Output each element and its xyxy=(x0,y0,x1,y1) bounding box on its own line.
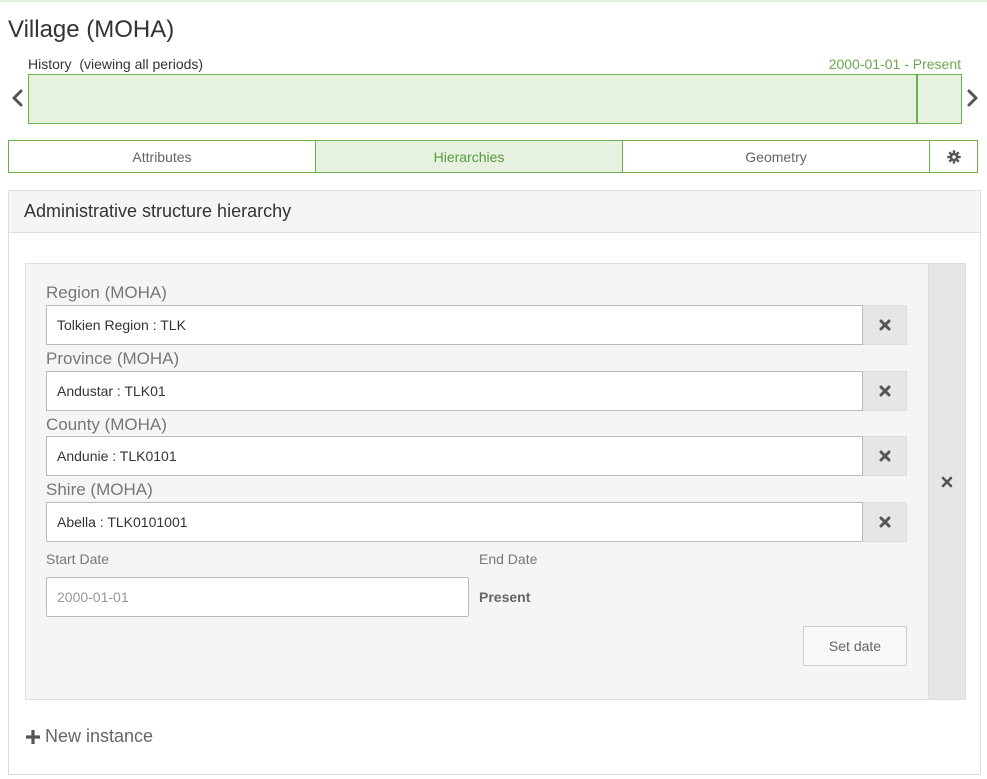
tab-bar: Attributes Hierarchies Geometry xyxy=(8,140,978,173)
county-label: County (MOHA) xyxy=(46,415,167,434)
gear-icon xyxy=(946,149,961,164)
province-label: Province (MOHA) xyxy=(46,349,180,368)
tab-attributes[interactable]: Attributes xyxy=(8,140,316,173)
top-border xyxy=(0,0,987,2)
tab-geometry[interactable]: Geometry xyxy=(623,140,930,173)
county-clear-button[interactable] xyxy=(863,436,907,476)
close-icon xyxy=(879,385,890,397)
hierarchy-instance: Region (MOHA) Province (MOHA) County (MO… xyxy=(25,263,966,700)
province-field[interactable] xyxy=(46,371,863,411)
tab-hierarchies[interactable]: Hierarchies xyxy=(316,140,623,173)
panel-title: Administrative structure hierarchy xyxy=(9,191,980,233)
new-instance-label: New instance xyxy=(45,726,154,746)
history-range: 2000-01-01 - Present xyxy=(828,56,961,72)
history-next-button[interactable] xyxy=(966,88,982,108)
set-date-button[interactable]: Set date xyxy=(803,626,907,666)
shire-label: Shire (MOHA) xyxy=(46,480,153,499)
hierarchy-panel: Administrative structure hierarchy Regio… xyxy=(8,190,981,775)
close-icon xyxy=(879,516,890,528)
start-date-label: Start Date xyxy=(46,551,110,567)
end-date-value: Present xyxy=(479,589,531,605)
plus-icon xyxy=(26,729,40,744)
county-field[interactable] xyxy=(46,436,863,476)
history-timeline[interactable] xyxy=(28,74,962,124)
start-date-input[interactable] xyxy=(46,577,469,617)
province-clear-button[interactable] xyxy=(863,371,907,411)
region-label: Region (MOHA) xyxy=(46,283,167,302)
tab-settings[interactable] xyxy=(930,140,978,173)
chevron-left-icon xyxy=(12,89,23,107)
remove-instance-button[interactable] xyxy=(928,264,965,699)
history-label: History (viewing all periods) xyxy=(28,56,204,72)
shire-field[interactable] xyxy=(46,502,863,542)
end-date-label: End Date xyxy=(479,551,538,567)
new-instance-button[interactable]: New instance xyxy=(26,726,153,747)
shire-clear-button[interactable] xyxy=(863,502,907,542)
region-clear-button[interactable] xyxy=(863,305,907,345)
chevron-right-icon xyxy=(967,89,978,107)
close-icon xyxy=(941,476,953,487)
close-icon xyxy=(879,319,890,331)
close-icon xyxy=(879,450,890,462)
page-title: Village (MOHA) xyxy=(8,16,175,43)
region-field[interactable] xyxy=(46,305,863,345)
timeline-period-marker[interactable] xyxy=(916,75,918,123)
history-prev-button[interactable] xyxy=(10,88,26,108)
